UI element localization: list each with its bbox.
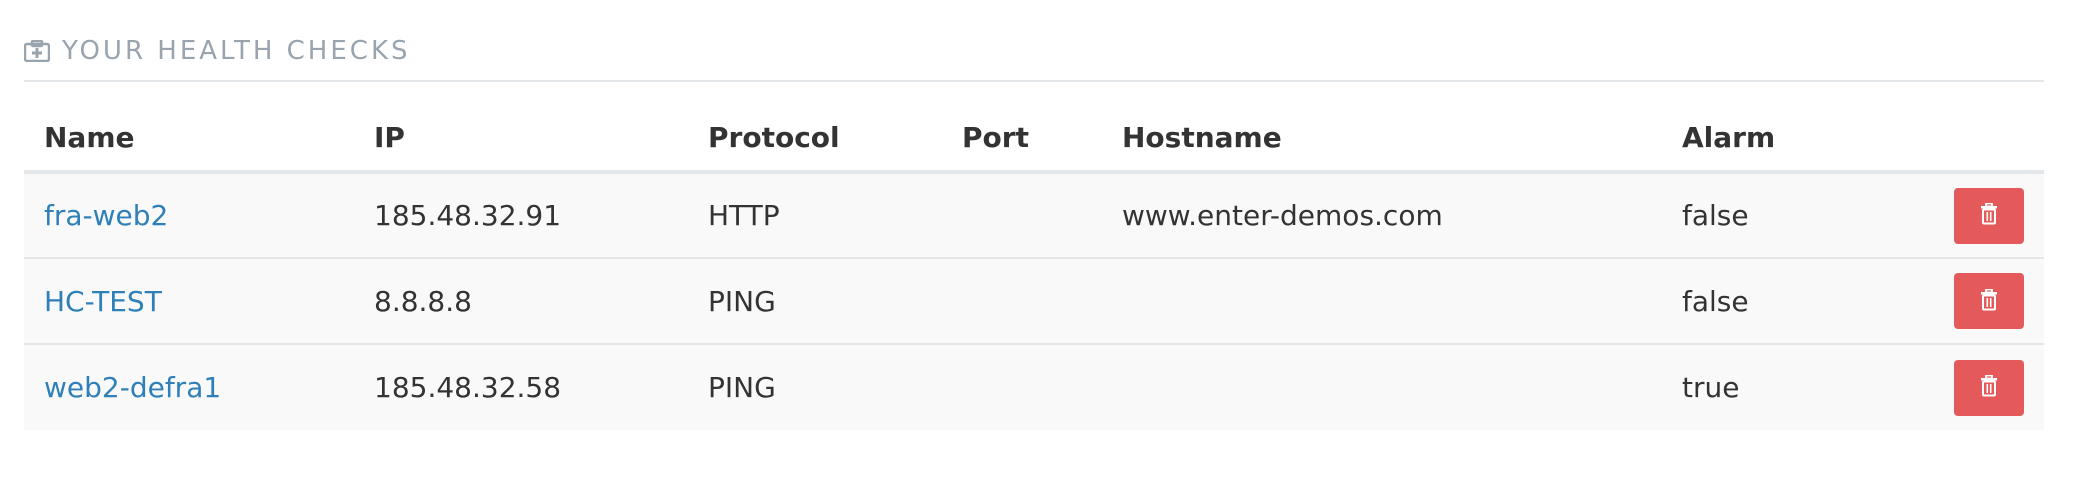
cell-hostname: www.enter-demos.com bbox=[1102, 172, 1662, 259]
trash-icon bbox=[1980, 374, 1998, 400]
health-checks-panel: YOUR HEALTH CHECKS Name IP Protocol Port… bbox=[24, 22, 2044, 430]
delete-button[interactable] bbox=[1954, 359, 2024, 416]
table-header-row: Name IP Protocol Port Hostname Alarm bbox=[24, 104, 2044, 174]
health-check-link[interactable]: HC-TEST bbox=[44, 285, 162, 318]
panel-heading: YOUR HEALTH CHECKS bbox=[24, 22, 2044, 82]
medkit-icon bbox=[24, 40, 50, 62]
column-header-alarm: Alarm bbox=[1662, 104, 1882, 174]
table-row: fra-web2 185.48.32.91 HTTP www.enter-dem… bbox=[24, 172, 2044, 259]
health-check-link[interactable]: web2-defra1 bbox=[44, 371, 221, 404]
column-header-ip: IP bbox=[354, 104, 688, 174]
cell-port bbox=[942, 258, 1102, 345]
cell-port bbox=[942, 172, 1102, 259]
cell-protocol: HTTP bbox=[688, 172, 942, 259]
cell-ip: 8.8.8.8 bbox=[354, 258, 688, 345]
cell-hostname bbox=[1102, 258, 1662, 345]
cell-name: fra-web2 bbox=[24, 172, 354, 259]
column-header-port: Port bbox=[942, 104, 1102, 174]
column-header-hostname: Hostname bbox=[1102, 104, 1662, 174]
delete-button[interactable] bbox=[1954, 187, 2024, 244]
cell-alarm: true bbox=[1662, 344, 1882, 430]
cell-actions bbox=[1882, 344, 2044, 430]
cell-name: web2-defra1 bbox=[24, 344, 354, 430]
cell-protocol: PING bbox=[688, 344, 942, 430]
cell-ip: 185.48.32.58 bbox=[354, 344, 688, 430]
cell-name: HC-TEST bbox=[24, 258, 354, 345]
cell-ip: 185.48.32.91 bbox=[354, 172, 688, 259]
column-header-protocol: Protocol bbox=[688, 104, 942, 174]
health-checks-table: Name IP Protocol Port Hostname Alarm fra… bbox=[24, 104, 2044, 430]
health-check-link[interactable]: fra-web2 bbox=[44, 199, 168, 232]
table-row: web2-defra1 185.48.32.58 PING true bbox=[24, 344, 2044, 430]
cell-actions bbox=[1882, 258, 2044, 345]
column-header-name: Name bbox=[24, 104, 354, 174]
cell-protocol: PING bbox=[688, 258, 942, 345]
cell-port bbox=[942, 344, 1102, 430]
delete-button[interactable] bbox=[1954, 273, 2024, 329]
column-header-actions bbox=[1882, 104, 2044, 174]
cell-hostname bbox=[1102, 344, 1662, 430]
trash-icon bbox=[1980, 202, 1998, 228]
cell-actions bbox=[1882, 172, 2044, 259]
trash-icon bbox=[1980, 288, 1998, 314]
panel-title: YOUR HEALTH CHECKS bbox=[62, 36, 411, 66]
table-row: HC-TEST 8.8.8.8 PING false bbox=[24, 258, 2044, 345]
cell-alarm: false bbox=[1662, 172, 1882, 259]
cell-alarm: false bbox=[1662, 258, 1882, 345]
